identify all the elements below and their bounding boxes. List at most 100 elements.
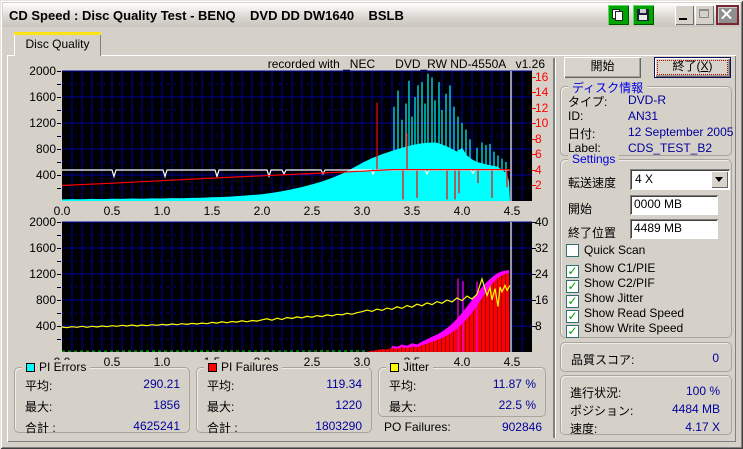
series-Jitter: [61, 276, 511, 329]
checkbox-show-c1-pie[interactable]: ✓ Show C1/PIE: [566, 261, 656, 278]
y-axis-label-right: 16: [535, 69, 549, 84]
checkbox-unchecked-icon[interactable]: [566, 244, 579, 257]
end-pos-input[interactable]: 4489 MB: [630, 219, 718, 239]
end-pos-value: 4489 MB: [634, 221, 683, 235]
checkbox-label: Quick Scan: [584, 243, 646, 257]
checkbox-checked-icon[interactable]: ✓: [566, 325, 579, 338]
disc-info-label: タイプ:: [568, 95, 608, 109]
exit-button[interactable]: 終了(X): [654, 57, 731, 78]
bottom-chart-svg: [61, 221, 532, 352]
y-axis-tick-right: [532, 170, 536, 171]
stats-group-pi-failures: PI Failures 平均: 119.34 最大: 1220 合計 : 1803290: [196, 360, 372, 435]
y-axis-tick: [57, 136, 61, 137]
y-axis-label-left: 1200: [29, 267, 56, 281]
y-axis-tick: [57, 84, 61, 85]
stats-row-value: 11.87 %: [492, 377, 536, 391]
stats-row: 合計 : 4625241: [25, 419, 180, 435]
tab-disc-quality[interactable]: Disc Quality: [14, 32, 101, 56]
stats-group-title: PI Failures: [204, 360, 283, 374]
y-axis-tick: [57, 235, 61, 236]
progress-row-value: 4484 MB: [671, 402, 720, 416]
y-axis-tick: [57, 248, 61, 249]
y-axis-label-left: 2000: [29, 215, 56, 229]
checkbox-label: Show Jitter: [584, 291, 644, 305]
stats-row-value: 1803290: [315, 419, 362, 433]
speed-label: 転送速度: [568, 176, 617, 190]
stats-row-label: 最大:: [207, 400, 235, 414]
y-axis-tick: [57, 261, 61, 262]
start-pos-value: 0000 MB: [634, 197, 683, 211]
y-axis-label-right: 12: [535, 100, 549, 115]
checkbox-label: Show C1/PIE: [584, 261, 656, 275]
y-axis-tick: [57, 110, 61, 111]
y-axis-label-left: 800: [35, 293, 56, 307]
start-button[interactable]: 開始: [564, 57, 641, 78]
y-axis-tick-right: [532, 248, 536, 249]
start-button-label: 開始: [590, 59, 615, 73]
y-axis-tick: [57, 149, 61, 150]
y-axis-tick-right: [532, 274, 536, 275]
po-failures-row: PO Failures: 902846: [384, 420, 542, 435]
x-axis-label: 1.5: [203, 204, 221, 218]
progress-row-value: 100 %: [685, 384, 720, 398]
progress-row-value: 4.17 X: [685, 420, 720, 434]
minimize-icon: [679, 18, 687, 20]
x-axis-label: 1.0: [153, 204, 171, 218]
checkbox-quick-scan[interactable]: Quick Scan: [566, 243, 645, 258]
minimize-button[interactable]: [675, 5, 694, 25]
speed-combobox[interactable]: 4 X: [630, 169, 730, 190]
start-pos-label: 開始: [568, 202, 593, 216]
checkbox-label: Show Write Speed: [584, 321, 684, 335]
stats-row-value: 22.5 %: [498, 398, 536, 412]
y-axis-tick: [57, 287, 61, 288]
y-axis-tick-right: [532, 222, 536, 223]
stats-row-label: 平均:: [25, 379, 53, 393]
po-failures-value: 902846: [501, 420, 542, 434]
start-pos-input[interactable]: 0000 MB: [630, 195, 718, 215]
chart-recorded-with-title: recorded with _NEC DVD_RW ND-4550A v1.26: [267, 57, 545, 71]
copy-page-front: [615, 11, 623, 21]
save-icon[interactable]: [633, 5, 654, 25]
y-axis-label-left: 2000: [29, 64, 56, 78]
y-axis-tick: [57, 188, 61, 189]
y-axis-label-right: 8: [535, 131, 542, 146]
maximize-button[interactable]: [695, 5, 714, 25]
x-axis-label: 2.0: [253, 204, 271, 218]
quality-score-value: 0: [712, 351, 719, 365]
y-axis-label-left: 1600: [29, 241, 56, 255]
copy-icon[interactable]: [608, 5, 629, 25]
pif-jitter-chart: 4008001200160020008162432400.00.51.01.52…: [29, 215, 548, 369]
checkbox-show-write-speed[interactable]: ✓ Show Write Speed: [566, 321, 684, 338]
y-axis-tick-right: [532, 139, 536, 140]
y-axis-tick: [57, 300, 61, 301]
y-axis-tick: [57, 162, 61, 163]
legend-color-square: [390, 363, 399, 372]
y-axis-tick-right: [532, 123, 536, 124]
y-axis-label-right: 16: [535, 293, 549, 307]
x-axis-label: 3.5: [403, 204, 421, 218]
disc-info-value: AN31: [628, 109, 659, 123]
y-axis-label-left: 1600: [29, 90, 56, 104]
checkbox-show-jitter[interactable]: ✓ Show Jitter: [566, 291, 644, 308]
maximize-icon: [699, 9, 709, 18]
y-axis-label-right: 32: [535, 241, 549, 255]
y-axis-label-right: 8: [535, 319, 542, 333]
disc-info-value: 12 September 2005: [628, 125, 734, 139]
top-chart-svg: [61, 70, 532, 201]
stats-row-label: 最大:: [389, 400, 417, 414]
y-axis-label-left: 400: [35, 168, 56, 182]
speed-value: 4 X: [635, 172, 654, 186]
checkbox-show-c2-pif[interactable]: ✓ Show C2/PIF: [566, 276, 655, 293]
stats-row: 平均: 11.87 %: [389, 377, 536, 393]
checkbox-show-read-speed[interactable]: ✓ Show Read Speed: [566, 306, 684, 323]
chevron-down-icon[interactable]: [711, 171, 728, 188]
stats-row-value: 119.34: [326, 377, 362, 391]
legend-color-square: [26, 363, 35, 372]
close-button[interactable]: [716, 5, 739, 25]
titlebar: CD Speed : Disc Quality Test - BENQ DVD …: [3, 3, 740, 27]
y-axis-label-left: 400: [35, 319, 56, 333]
y-axis-tick-right: [532, 154, 536, 155]
y-axis-tick: [57, 222, 61, 223]
tab-label: Disc Quality: [25, 37, 90, 51]
stats-row: 最大: 1856: [25, 398, 180, 414]
